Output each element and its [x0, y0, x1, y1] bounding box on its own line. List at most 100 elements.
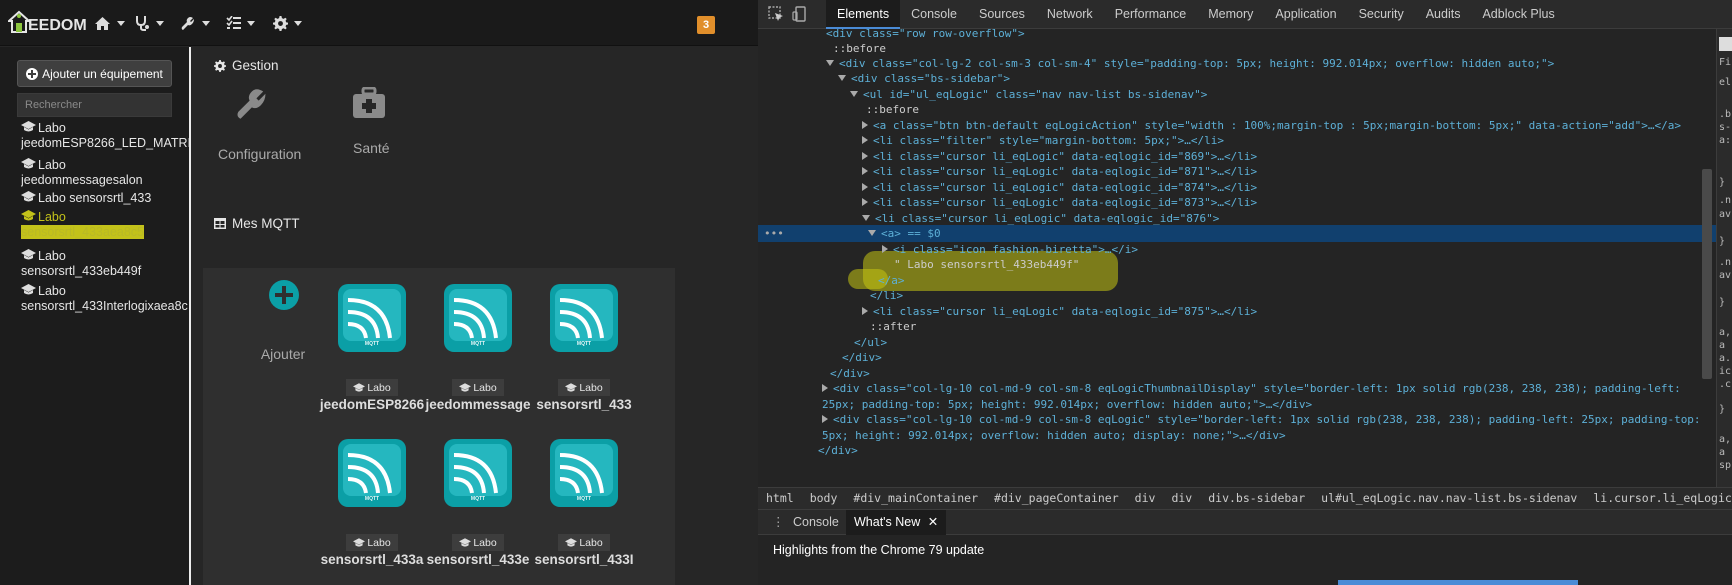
chevron-down-icon	[117, 20, 125, 26]
expand-triangle-icon[interactable]	[862, 136, 868, 144]
more-dots-icon[interactable]: •••	[764, 225, 784, 242]
sidebar-equipment-item-selected[interactable]: Labo sensorsrtl_433aea8c5	[21, 210, 189, 249]
dom-node[interactable]: </li>	[758, 287, 1716, 304]
object-badge: Labo	[452, 534, 504, 551]
tab-security[interactable]: Security	[1348, 0, 1415, 29]
expand-triangle-icon[interactable]	[822, 415, 828, 423]
breadcrumb-item[interactable]: li.cursor.li_eqLogic	[1585, 488, 1732, 509]
dom-text-node[interactable]: " Labo sensorsrtl_433eb449f"	[758, 256, 1716, 273]
dom-node-selected[interactable]: ••• <a> == $0	[758, 225, 1716, 242]
breadcrumb-item[interactable]: body	[802, 488, 846, 509]
collapse-triangle-icon[interactable]	[868, 230, 876, 236]
dom-node[interactable]: <li class="cursor li_eqLogic" data-eqlog…	[758, 194, 1716, 211]
add-mqtt-card[interactable]: Ajouter	[243, 280, 323, 370]
tab-sources[interactable]: Sources	[968, 0, 1036, 29]
graduation-cap-icon	[353, 537, 366, 547]
expand-triangle-icon[interactable]	[882, 245, 888, 253]
collapse-triangle-icon[interactable]	[862, 215, 870, 221]
drawer-tab-whats-new[interactable]: What's New ✕	[846, 510, 947, 535]
graduation-cap-icon	[353, 382, 366, 392]
dom-tree-scrollbar[interactable]	[1702, 169, 1712, 379]
equipment-object: Labo	[38, 158, 66, 172]
breadcrumb-item[interactable]: div.bs-sidebar	[1200, 488, 1313, 509]
dom-node[interactable]: <li class="filter" style="margin-bottom:…	[758, 132, 1716, 149]
styles-fragment: Fi	[1719, 57, 1732, 68]
drawer-menu-icon[interactable]: ⋮	[772, 510, 785, 535]
top-navbar: EEDOM 3	[0, 0, 758, 46]
jeedom-logo[interactable]: EEDOM	[6, 8, 87, 38]
expand-triangle-icon[interactable]	[862, 152, 868, 160]
dom-node[interactable]: <div class="bs-sidebar">	[758, 70, 1716, 87]
configuration-card[interactable]: Configuration	[201, 87, 301, 177]
tools-menu[interactable]	[181, 13, 210, 33]
sidebar-equipment-item[interactable]: Labo jeedommessagesalon	[21, 158, 189, 191]
sidebar-equipment-item[interactable]: Labo sensorsrtl_433	[21, 191, 189, 210]
breadcrumb-item[interactable]: #div_mainContainer	[845, 488, 986, 509]
equipment-object: Labo	[38, 210, 66, 224]
expand-triangle-icon[interactable]	[862, 183, 868, 191]
inspect-element-icon[interactable]	[768, 6, 784, 22]
tab-adblock-plus[interactable]: Adblock Plus	[1471, 0, 1565, 29]
collapse-triangle-icon[interactable]	[826, 60, 834, 66]
equipment-card-name: jeedommessage	[425, 397, 531, 412]
analysis-menu[interactable]	[135, 13, 164, 33]
tab-application[interactable]: Application	[1264, 0, 1347, 29]
expand-triangle-icon[interactable]	[862, 198, 868, 206]
collapse-triangle-icon[interactable]	[838, 75, 846, 81]
equipment-object: Labo	[38, 249, 66, 263]
collapse-triangle-icon[interactable]	[850, 91, 858, 97]
tab-audits[interactable]: Audits	[1415, 0, 1472, 29]
tab-memory[interactable]: Memory	[1197, 0, 1264, 29]
breadcrumb-item[interactable]: #div_pageContainer	[986, 488, 1127, 509]
sidebar-equipment-item[interactable]: Labo jeedomESP8266_LED_MATRIX	[21, 121, 189, 158]
graduation-cap-icon	[565, 537, 578, 547]
tasks-menu[interactable]	[226, 13, 255, 33]
expand-triangle-icon[interactable]	[862, 307, 868, 315]
mqtt-equipment-card[interactable]: MQTT Labo sensorsrtl_433e	[424, 439, 529, 569]
equipment-name: sensorsrtl_433Interlogixaea8c	[21, 299, 188, 313]
breadcrumb-item[interactable]: html	[758, 488, 802, 509]
add-equipment-button[interactable]: Ajouter un équipement	[17, 60, 172, 87]
tab-elements[interactable]: Elements	[826, 0, 901, 29]
dom-node[interactable]: <div class="col-lg-10 col-md-9 col-sm-8 …	[758, 411, 1716, 428]
mqtt-equipment-card[interactable]: MQTT Labo sensorsrtl_433I	[530, 439, 634, 569]
dom-pseudo[interactable]: ::after	[758, 318, 1716, 335]
breadcrumb-item[interactable]: div	[1127, 488, 1164, 509]
elements-dom-tree: <div class="row row-overflow"> ::before …	[758, 29, 1716, 487]
breadcrumb-item[interactable]: ul#ul_eqLogic.nav.nav-list.bs-sidenav	[1313, 488, 1585, 509]
device-toolbar-icon[interactable]	[792, 6, 808, 22]
graduation-cap-icon	[21, 210, 36, 221]
sidebar-equipment-item[interactable]: Labo sensorsrtl_433Interlogixaea8c	[21, 284, 189, 321]
settings-menu[interactable]	[273, 13, 302, 33]
gestion-title-label: Gestion	[232, 58, 279, 73]
dom-node[interactable]: </div>	[758, 442, 1716, 459]
equipment-name: jeedommessagesalon	[21, 173, 143, 187]
expand-triangle-icon[interactable]	[862, 167, 868, 175]
dom-node[interactable]: </div>	[758, 349, 1716, 366]
dom-node[interactable]: <div class="col-lg-10 col-md-9 col-sm-8 …	[758, 380, 1716, 397]
tab-console[interactable]: Console	[900, 0, 968, 29]
sante-card[interactable]: Santé	[331, 87, 411, 177]
dom-node-text: <li class="cursor li_eqLogic" data-eqlog…	[873, 305, 1258, 318]
wrench-icon	[237, 89, 266, 119]
mqtt-equipment-card[interactable]: MQTT Labo jeedomESP8266	[318, 284, 424, 414]
mqtt-equipment-card[interactable]: MQTT Labo sensorsrtl_433	[530, 284, 632, 414]
notification-badge[interactable]: 3	[697, 16, 715, 34]
search-input[interactable]	[17, 93, 172, 117]
home-menu[interactable]	[94, 13, 125, 33]
styles-filter-box[interactable]	[1719, 37, 1732, 51]
sidebar-equipment-item[interactable]: Labo sensorsrtl_433eb449f	[21, 249, 189, 284]
close-icon[interactable]: ✕	[928, 515, 938, 529]
mqtt-equipment-card[interactable]: MQTT Labo sensorsrtl_433a	[318, 439, 423, 569]
chevron-down-icon	[156, 20, 164, 26]
breadcrumb-item[interactable]: div	[1163, 488, 1200, 509]
dom-pseudo[interactable]: ::before	[758, 101, 1716, 118]
object-badge-label: Labo	[367, 381, 391, 394]
mqtt-equipment-card[interactable]: MQTT Labo jeedommessage	[424, 284, 531, 414]
expand-triangle-icon[interactable]	[822, 384, 828, 392]
tab-network[interactable]: Network	[1036, 0, 1104, 29]
expand-triangle-icon[interactable]	[862, 121, 868, 129]
drawer-tab-console[interactable]: Console	[793, 510, 839, 535]
dom-node[interactable]: <li class="cursor li_eqLogic" data-eqlog…	[758, 163, 1716, 180]
tab-performance[interactable]: Performance	[1104, 0, 1198, 29]
